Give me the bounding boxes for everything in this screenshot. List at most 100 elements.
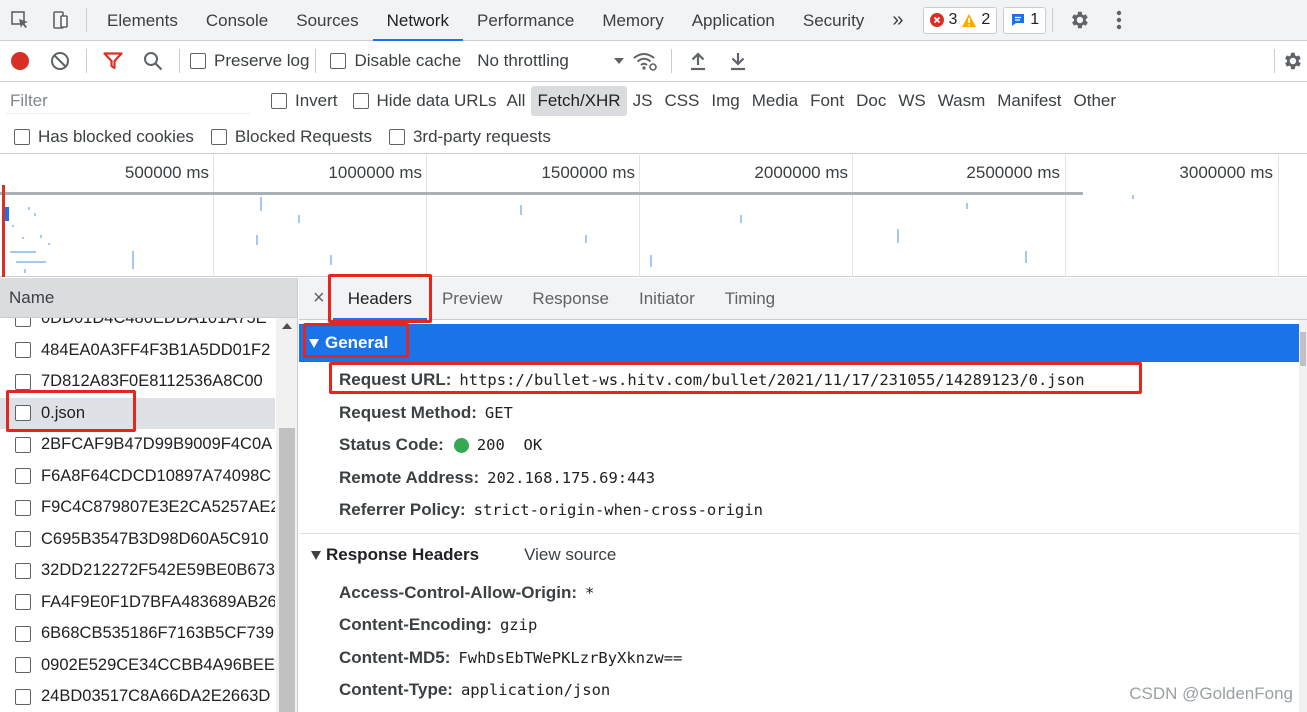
tab-preview[interactable]: Preview [427,278,517,320]
request-checkbox[interactable] [15,373,31,390]
filter-type-all[interactable]: All [501,86,532,116]
settings-gear-icon[interactable] [1059,0,1099,41]
request-checkbox[interactable] [15,594,31,611]
request-row[interactable]: FA4F9E0F1D7BFA483689AB26 [0,587,275,619]
request-row[interactable]: F6A8F64CDCD10897A74098C [0,461,275,493]
request-name: F6A8F64CDCD10897A74098C [41,466,272,485]
import-har-button[interactable] [678,41,718,82]
network-overview-timeline[interactable]: 500000 ms 1000000 ms 1500000 ms 2000000 … [0,155,1307,277]
scroll-up-arrow-icon[interactable] [276,318,297,334]
request-row[interactable]: 6B68CB535186F7163B5CF739 [0,618,275,650]
request-row[interactable]: 0DD01D4C480EDDA101A75E [0,318,275,335]
preserve-log-option[interactable]: Preserve log [190,51,309,71]
request-list-scrollbar[interactable] [276,318,297,712]
request-row[interactable]: F9C4C879807E3E2CA5257AE2 [0,492,275,524]
request-checkbox[interactable] [15,531,31,548]
view-source-link[interactable]: View source [524,545,616,565]
filter-type-css[interactable]: CSS [658,86,705,116]
tab-initiator[interactable]: Initiator [624,278,710,320]
hide-data-urls-option[interactable]: Hide data URLs [352,91,497,111]
export-har-button[interactable] [718,41,758,82]
filter-type-doc[interactable]: Doc [850,86,892,116]
invert-checkbox[interactable] [271,93,287,109]
clear-button[interactable] [40,41,80,82]
request-checkbox[interactable] [15,499,31,516]
hide-data-urls-checkbox[interactable] [352,93,369,109]
request-row-selected[interactable]: 0.json [0,397,275,429]
search-button[interactable] [133,41,173,82]
request-checkbox[interactable] [15,657,31,674]
tab-sources[interactable]: Sources [282,0,372,41]
third-party-requests-checkbox[interactable] [388,128,405,145]
header-key: Content-MD5: [339,647,451,667]
disable-cache-checkbox[interactable] [330,53,347,69]
response-headers-section-header[interactable]: Response Headers View source [299,532,1307,577]
general-title: General [325,333,389,352]
request-checkbox[interactable] [15,562,31,579]
network-settings-gear-icon[interactable] [1281,41,1307,82]
tab-timing[interactable]: Timing [710,278,790,320]
filter-type-ws[interactable]: WS [892,86,931,116]
network-conditions-button[interactable] [625,41,665,82]
request-row[interactable]: 7D812A83F0E8112536A8C00 [0,366,275,398]
inspect-element-icon[interactable] [0,0,40,41]
request-checkbox[interactable] [15,342,31,359]
request-row[interactable]: 484EA0A3FF4F3B1A5DD01F2 [0,335,275,367]
request-checkbox[interactable] [15,405,31,422]
blocked-requests-checkbox[interactable] [210,128,227,145]
tab-performance[interactable]: Performance [463,0,588,41]
request-row[interactable]: 24BD03517C8A66DA2E2663D [0,681,275,712]
error-count-badge[interactable]: 3 2 [923,6,998,34]
filter-type-img[interactable]: Img [705,86,745,116]
request-checkbox[interactable] [15,688,31,705]
toolbar-separator [1052,8,1054,32]
tab-response[interactable]: Response [517,278,624,320]
general-section-header[interactable]: General [299,324,1299,362]
filter-input[interactable]: Filter [6,88,250,114]
warning-icon [962,13,977,27]
tab-network[interactable]: Network [372,0,463,41]
disable-cache-option[interactable]: Disable cache [330,51,461,71]
details-scrollbar[interactable] [1299,320,1307,712]
scrollbar-thumb[interactable] [1300,332,1306,366]
preserve-log-checkbox[interactable] [190,53,206,69]
filter-type-wasm[interactable]: Wasm [932,86,992,116]
request-checkbox[interactable] [15,318,31,327]
filter-type-media[interactable]: Media [746,86,804,116]
message-count-badge[interactable]: 1 [1003,6,1047,34]
scrollbar-thumb[interactable] [279,428,295,712]
has-blocked-cookies-checkbox[interactable] [14,128,30,145]
more-options-icon[interactable] [1099,0,1139,41]
request-row[interactable]: 0902E529CE34CCBB4A96BEE7 [0,650,275,682]
filter-type-js[interactable]: JS [627,86,659,116]
request-checkbox[interactable] [15,468,31,485]
invert-option[interactable]: Invert [271,91,338,111]
tab-elements[interactable]: Elements [93,0,192,41]
more-tabs-button[interactable]: » [878,0,917,41]
filter-type-font[interactable]: Font [804,86,850,116]
request-row[interactable]: 32DD212272F542E59BE0B673 [0,555,275,587]
blocked-requests-option[interactable]: Blocked Requests [210,127,372,147]
tab-headers[interactable]: Headers [332,278,427,320]
third-party-requests-label: 3rd-party requests [412,126,551,146]
close-details-button[interactable]: × [299,287,333,310]
has-blocked-cookies-option[interactable]: Has blocked cookies [14,127,194,147]
filter-type-fetch-xhr[interactable]: Fetch/XHR [531,86,627,116]
filter-type-manifest[interactable]: Manifest [991,86,1067,116]
request-row[interactable]: 2BFCAF9B47D99B9009F4C0A [0,429,275,461]
request-checkbox[interactable] [15,436,31,453]
filter-type-other[interactable]: Other [1068,86,1123,116]
filter-toggle-button[interactable] [93,41,133,82]
device-toolbar-icon[interactable] [40,0,80,41]
name-column-header[interactable]: Name [0,278,297,318]
record-button[interactable] [0,41,40,82]
status-code-value: 200 OK [476,436,543,455]
tab-security[interactable]: Security [789,0,878,41]
request-checkbox[interactable] [15,625,31,642]
throttling-select[interactable]: No throttling [477,51,625,71]
tab-application[interactable]: Application [678,0,789,41]
third-party-requests-option[interactable]: 3rd-party requests [388,126,551,147]
tab-memory[interactable]: Memory [588,0,677,41]
tab-console[interactable]: Console [192,0,282,41]
request-row[interactable]: C695B3547B3D98D60A5C910 [0,524,275,556]
